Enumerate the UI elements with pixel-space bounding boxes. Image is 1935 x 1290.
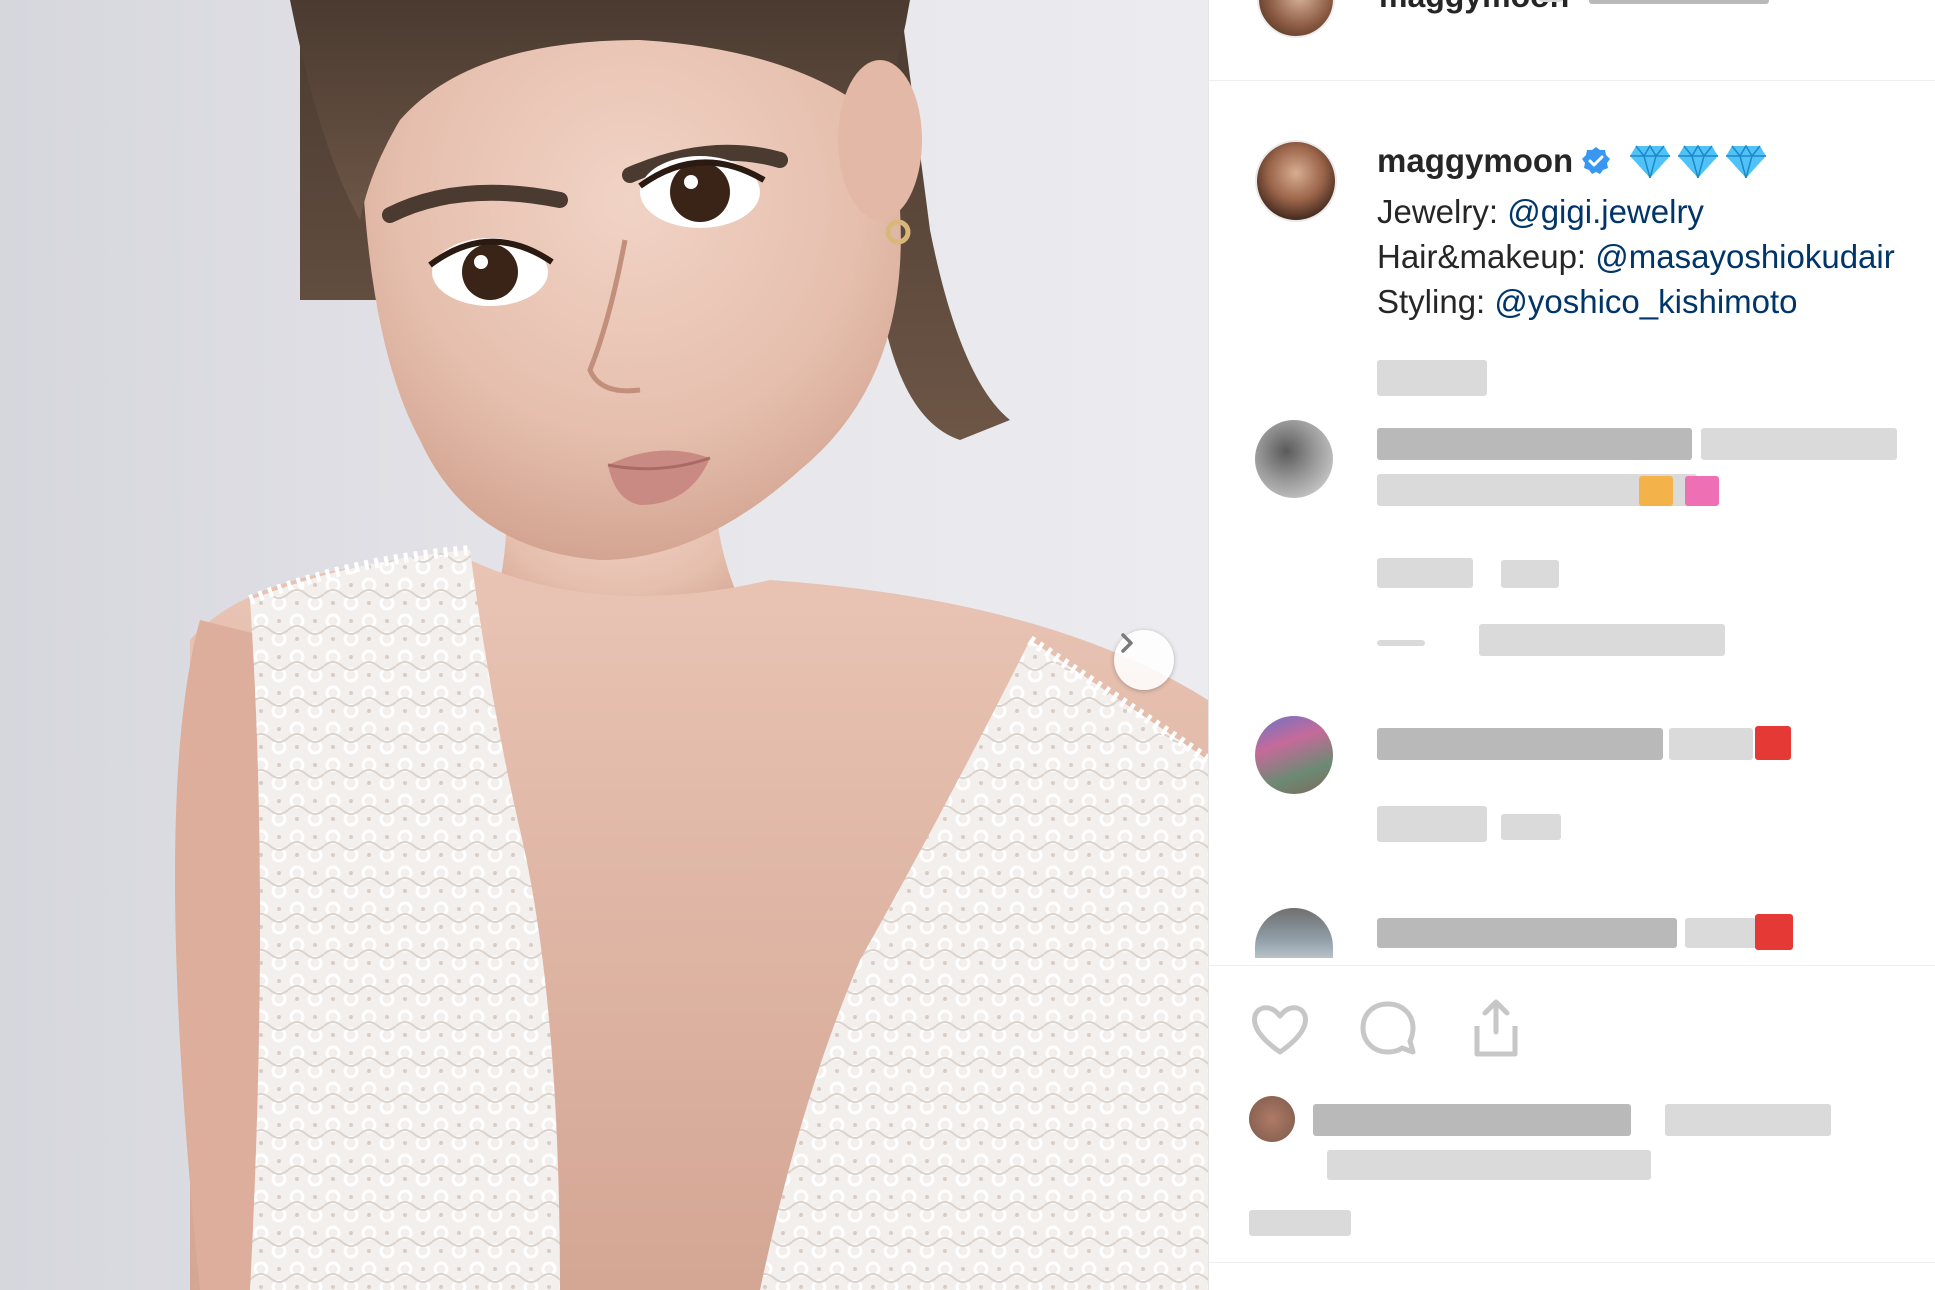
mention-link[interactable]: @masayoshiokudair (1595, 238, 1894, 275)
comment-text-blurred (1685, 918, 1765, 948)
caption-line-hair-makeup: Hair&makeup: @masayoshiokudair (1377, 234, 1895, 279)
header-avatar[interactable] (1257, 0, 1335, 38)
comment-time-blurred (1377, 806, 1487, 842)
photo-illustration (0, 0, 1208, 1290)
caption-label: Styling: (1377, 283, 1486, 320)
comment-reply-blurred[interactable] (1501, 560, 1559, 588)
comment-avatar[interactable] (1255, 716, 1333, 794)
gem-icon (1626, 142, 1776, 189)
caption-line-jewelry: Jewelry: @gigi.jewelry (1377, 189, 1895, 234)
comment-username-blurred[interactable] (1377, 428, 1692, 460)
caption-label: Hair&makeup: (1377, 238, 1587, 275)
comment-avatar[interactable] (1255, 908, 1333, 958)
caption-username[interactable]: maggymoon (1377, 142, 1573, 179)
mention-link[interactable]: @yoshico_kishimoto (1494, 283, 1797, 320)
comment-avatar[interactable] (1255, 420, 1333, 498)
chevron-right-icon (1121, 633, 1133, 653)
caption-avatar[interactable] (1255, 140, 1337, 222)
view-replies-blurred[interactable] (1479, 624, 1725, 656)
caption-timestamp-blurred (1377, 360, 1487, 396)
caption-text: maggymoon Jewelry: @gigi.jewelry Hair&ma… (1377, 138, 1895, 324)
caption-line-styling: Styling: @yoshico_kishimoto (1377, 279, 1895, 324)
heart-emoji-blurred (1755, 914, 1793, 950)
header-verified-blur (1539, 0, 1563, 2)
emoji-blurred (1639, 476, 1673, 506)
post-header: maggymoon (1209, 0, 1935, 81)
heart-emoji-blurred (1755, 726, 1791, 760)
comment-username-blurred[interactable] (1377, 728, 1663, 760)
bottom-divider (1209, 1262, 1935, 1263)
post-date-blurred (1249, 1210, 1351, 1236)
verified-badge-icon (1581, 142, 1611, 187)
comment-icon[interactable] (1355, 996, 1421, 1062)
actions-divider (1209, 965, 1935, 966)
heart-icon[interactable] (1247, 996, 1313, 1062)
emoji-blurred (1685, 476, 1719, 506)
post-photo[interactable] (0, 0, 1208, 1290)
liker-avatar[interactable] (1249, 1096, 1295, 1142)
instagram-post-screenshot: maggymoon maggymoon (0, 0, 1935, 1290)
comment-text-blurred (1669, 728, 1753, 760)
view-replies-line (1377, 640, 1425, 646)
comment-username-blurred[interactable] (1377, 918, 1677, 948)
next-photo-button[interactable] (1114, 630, 1174, 690)
likes-text-blurred (1327, 1150, 1651, 1180)
caption-label: Jewelry: (1377, 193, 1499, 230)
comment-text-blurred (1701, 428, 1897, 460)
header-username[interactable]: maggymoon (1379, 0, 1569, 15)
likes-text-blurred (1665, 1104, 1831, 1136)
share-icon[interactable] (1463, 996, 1529, 1062)
comment-time-blurred (1377, 558, 1473, 588)
comment-reply-blurred[interactable] (1501, 814, 1561, 840)
post-side-panel: maggymoon maggymoon (1208, 0, 1935, 1290)
header-follow-blur (1589, 0, 1769, 4)
mention-link[interactable]: @gigi.jewelry (1507, 193, 1704, 230)
likes-text-blurred[interactable] (1313, 1104, 1631, 1136)
